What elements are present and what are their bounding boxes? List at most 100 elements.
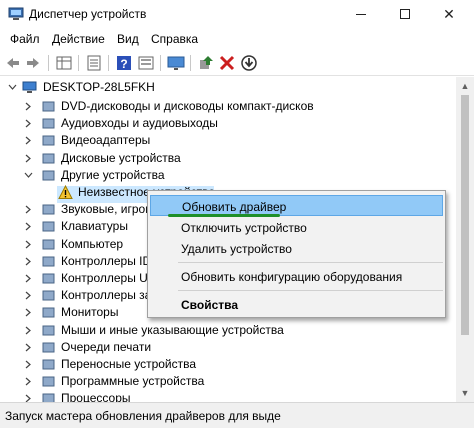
monitor-icon (42, 307, 55, 318)
context-item-update-driver[interactable]: Обновить драйвер (150, 195, 443, 216)
tree-item-label[interactable]: Очереди печати (61, 340, 151, 354)
expand-chevron-icon[interactable] (24, 308, 33, 317)
warning-icon (58, 185, 73, 199)
minimize-icon (356, 13, 366, 15)
tree-item-label[interactable]: Контроллеры ID (61, 254, 151, 268)
context-item-label: Обновить конфигурацию оборудования (181, 270, 403, 284)
tree-item-label[interactable]: Процессоры (61, 391, 131, 402)
menu-view[interactable]: Вид (117, 32, 139, 46)
expand-chevron-icon[interactable] (24, 326, 33, 335)
expand-chevron-icon[interactable] (24, 222, 33, 231)
scroll-up-arrow-icon[interactable]: ▲ (460, 81, 470, 91)
expand-chevron-icon[interactable] (24, 360, 33, 369)
expand-chevron-icon[interactable] (24, 102, 33, 111)
toolbar-separator (48, 55, 49, 71)
menu-action[interactable]: Действие (52, 32, 105, 46)
tree-item-label[interactable]: Мыши и иные указывающие устройства (61, 323, 284, 337)
computer-icon (42, 239, 55, 250)
context-item-label: Отключить устройство (181, 221, 307, 235)
toolbar-separator (160, 55, 161, 71)
expand-chevron-icon[interactable] (24, 274, 33, 283)
tree-item-label[interactable]: Аудиовходы и аудиовыходы (61, 116, 218, 130)
context-menu: Обновить драйвер Отключить устройство Уд… (147, 190, 446, 318)
collapse-chevron-icon[interactable] (8, 83, 17, 92)
tree-item-label[interactable]: Видеоадаптеры (61, 133, 150, 147)
help-icon[interactable]: ? (115, 54, 133, 72)
download-icon[interactable] (240, 54, 258, 72)
expand-chevron-icon[interactable] (24, 291, 33, 300)
expand-chevron-icon[interactable] (24, 205, 33, 214)
scrollbar-thumb[interactable] (461, 95, 469, 335)
green-underline-annotation (168, 214, 280, 217)
context-menu-separator (178, 262, 443, 263)
forward-arrow-icon[interactable] (24, 54, 42, 72)
expand-chevron-icon[interactable] (24, 343, 33, 352)
close-button[interactable]: ✕ (426, 0, 472, 28)
monitor-icon[interactable] (167, 54, 185, 72)
context-item-label: Обновить драйвер (182, 200, 287, 214)
minimize-button[interactable] (338, 0, 384, 28)
context-item-uninstall-device[interactable]: Удалить устройство (150, 238, 443, 259)
computer-icon (22, 81, 37, 93)
maximize-icon (400, 9, 410, 19)
context-item-properties[interactable]: Свойства (150, 294, 443, 315)
svg-text:?: ? (120, 57, 127, 71)
expand-chevron-icon[interactable] (24, 394, 33, 402)
status-text: Запуск мастера обновления драйверов для … (5, 409, 281, 423)
expand-chevron-icon[interactable] (24, 136, 33, 145)
tree-item-label[interactable]: Звуковые, игрово (61, 202, 158, 216)
expand-chevron-icon[interactable] (24, 377, 33, 386)
uninstall-x-icon[interactable] (218, 54, 236, 72)
context-item-label: Свойства (181, 298, 239, 312)
unknown-device-icon (42, 170, 55, 181)
tree-item-label[interactable]: Программные устройства (61, 374, 204, 388)
context-item-scan-hardware[interactable]: Обновить конфигурацию оборудования (150, 266, 443, 287)
keyboard-icon (42, 221, 55, 232)
tree-item-label[interactable]: Переносные устройства (61, 357, 196, 371)
device-manager-window: Диспетчер устройств ✕ Файл Действие Вид … (0, 0, 474, 428)
list-view-icon[interactable] (85, 54, 103, 72)
tree-item-label[interactable]: Мониторы (61, 305, 118, 319)
mouse-icon (42, 325, 55, 336)
toolbar-separator (190, 55, 191, 71)
expand-chevron-icon[interactable] (24, 119, 33, 128)
tree-item-label[interactable]: Клавиатуры (61, 219, 128, 233)
menu-help[interactable]: Справка (151, 32, 198, 46)
device-manager-icon (8, 7, 24, 20)
tree-item-label[interactable]: Контроллеры за (61, 288, 151, 302)
usb-controller-icon (42, 273, 55, 284)
tree-item-label[interactable]: DVD-дисководы и дисководы компакт-дисков (61, 99, 314, 113)
expand-chevron-icon[interactable] (24, 240, 33, 249)
menu-bar: Файл Действие Вид Справка (0, 28, 474, 50)
vertical-scrollbar[interactable]: ▲ ▼ (456, 77, 474, 402)
ide-controller-icon (42, 256, 55, 267)
expand-chevron-icon[interactable] (24, 154, 33, 163)
tree-item-label[interactable]: Дисковые устройства (61, 151, 181, 165)
toolbar-separator (78, 55, 79, 71)
toolbar: ? (0, 50, 474, 76)
collapse-chevron-icon[interactable] (24, 171, 33, 180)
tree-item-label[interactable]: Другие устройства (61, 168, 165, 182)
tree-item-label[interactable]: Контроллеры US (61, 271, 156, 285)
context-menu-separator (178, 290, 443, 291)
storage-controller-icon (42, 290, 55, 301)
expand-chevron-icon[interactable] (24, 257, 33, 266)
software-device-icon (42, 376, 55, 387)
toolbar-separator (108, 55, 109, 71)
maximize-button[interactable] (382, 0, 428, 28)
properties-grid-icon[interactable] (55, 54, 73, 72)
scroll-down-arrow-icon[interactable]: ▼ (460, 388, 470, 398)
portable-device-icon (42, 359, 55, 370)
context-item-label: Удалить устройство (181, 242, 292, 256)
context-item-disable-device[interactable]: Отключить устройство (150, 217, 443, 238)
speaker-icon (42, 118, 55, 129)
dvd-drive-icon (42, 101, 55, 112)
display-adapter-icon (42, 135, 55, 146)
back-arrow-icon[interactable] (4, 54, 22, 72)
device-view-icon[interactable] (137, 54, 155, 72)
tree-root-label[interactable]: DESKTOP-28L5FKH (43, 80, 155, 94)
update-driver-icon[interactable] (197, 54, 215, 72)
tree-item-label[interactable]: Компьютер (61, 237, 123, 251)
menu-file[interactable]: Файл (10, 32, 40, 46)
close-icon: ✕ (443, 5, 455, 22)
